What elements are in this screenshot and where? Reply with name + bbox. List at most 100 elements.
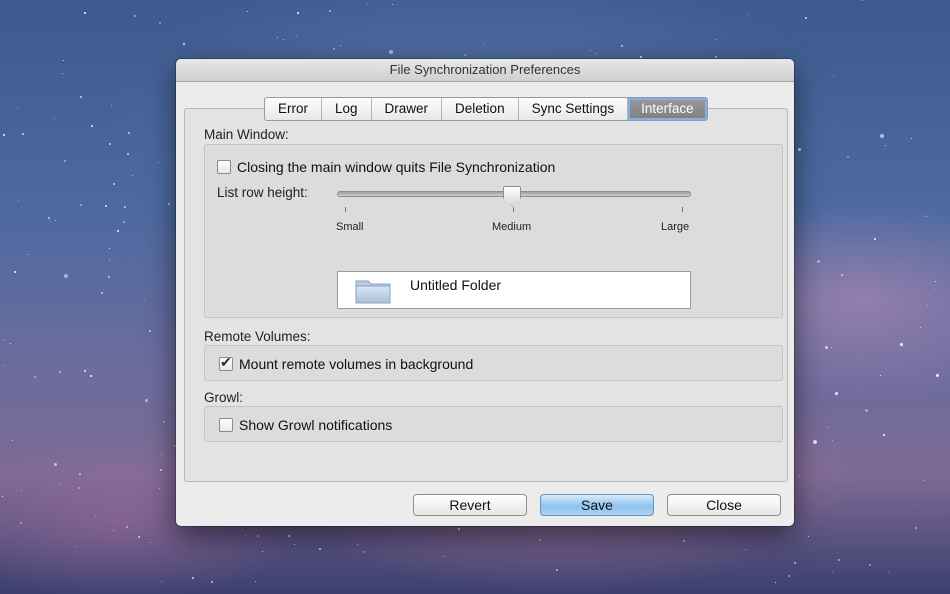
- star-dot: [109, 248, 110, 249]
- star-dot: [78, 487, 80, 489]
- star-dot: [84, 370, 86, 372]
- star-dot: [805, 17, 807, 19]
- tab-deletion[interactable]: Deletion: [442, 98, 519, 120]
- star-dot: [835, 392, 838, 395]
- star-dot: [17, 107, 18, 108]
- star-dot: [556, 569, 558, 571]
- star-dot: [799, 476, 800, 477]
- star-dot: [917, 504, 918, 505]
- row-height-slider-thumb[interactable]: [503, 186, 521, 206]
- star-dot: [915, 527, 917, 529]
- star-dot: [163, 421, 165, 423]
- star-dot: [484, 44, 485, 45]
- star-dot: [847, 156, 849, 158]
- star-dot: [126, 526, 128, 528]
- star-dot: [149, 330, 151, 332]
- star-dot: [109, 143, 111, 145]
- growl-notify-checkbox[interactable]: [219, 418, 233, 432]
- star-dot: [596, 53, 597, 54]
- star-dot: [192, 577, 194, 579]
- star-dot: [158, 162, 159, 163]
- star-dot: [296, 35, 297, 36]
- star-dot: [64, 274, 68, 278]
- tick-label-large: Large: [661, 221, 690, 233]
- star-dot: [880, 134, 884, 138]
- row-height-label: List row height:: [217, 185, 308, 200]
- star-dot: [277, 37, 278, 38]
- star-dot: [91, 125, 93, 127]
- tab-drawer[interactable]: Drawer: [372, 98, 443, 120]
- star-dot: [888, 572, 889, 573]
- star-dot: [825, 346, 828, 349]
- star-dot: [106, 193, 107, 194]
- mount-remote-label: Mount remote volumes in background: [239, 356, 474, 372]
- revert-button[interactable]: Revert: [413, 494, 527, 516]
- star-dot: [95, 515, 96, 516]
- star-dot: [20, 522, 22, 524]
- star-dot: [10, 343, 11, 344]
- star-dot: [392, 4, 393, 5]
- star-dot: [936, 374, 939, 377]
- growl-notify-label: Show Growl notifications: [239, 417, 393, 433]
- tab-error[interactable]: Error: [265, 98, 322, 120]
- tab-sync-settings[interactable]: Sync Settings: [519, 98, 629, 120]
- slider-tick: [345, 207, 346, 212]
- star-dot: [464, 54, 466, 56]
- preferences-window: File Synchronization Preferences Error L…: [176, 59, 794, 526]
- tick-label-small: Small: [336, 221, 364, 233]
- star-dot: [127, 153, 129, 155]
- star-dot: [911, 138, 912, 139]
- star-dot: [340, 45, 341, 46]
- tab-log[interactable]: Log: [322, 98, 372, 120]
- star-dot: [319, 548, 321, 550]
- star-dot: [62, 73, 63, 74]
- star-dot: [832, 440, 833, 441]
- closing-quits-row[interactable]: Closing the main window quits File Synch…: [217, 159, 555, 175]
- star-dot: [245, 535, 246, 536]
- star-dot: [145, 399, 148, 402]
- star-dot: [683, 540, 685, 542]
- star-dot: [14, 271, 16, 273]
- star-dot: [788, 575, 790, 577]
- window-title: File Synchronization Preferences: [176, 59, 794, 82]
- star-dot: [775, 582, 776, 583]
- star-dot: [247, 11, 248, 12]
- star-dot: [80, 96, 82, 98]
- tab-content-panel: Main Window: Closing the main window qui…: [184, 108, 788, 482]
- star-dot: [159, 488, 160, 489]
- star-dot: [817, 260, 820, 263]
- save-button[interactable]: Save: [540, 494, 654, 516]
- star-dot: [161, 460, 162, 461]
- closing-quits-checkbox[interactable]: [217, 160, 231, 174]
- star-dot: [108, 276, 110, 278]
- star-dot: [161, 581, 162, 582]
- star-dot: [3, 365, 4, 366]
- star-dot: [880, 375, 881, 376]
- star-dot: [211, 581, 213, 583]
- star-dot: [183, 43, 185, 45]
- star-dot: [18, 200, 19, 201]
- mount-remote-row[interactable]: Mount remote volumes in background: [219, 354, 474, 372]
- star-dot: [883, 434, 885, 436]
- star-dot: [54, 118, 55, 119]
- growl-notify-row[interactable]: Show Growl notifications: [219, 417, 392, 433]
- star-dot: [329, 10, 331, 12]
- tab-interface[interactable]: Interface: [628, 98, 707, 120]
- growl-label: Growl:: [204, 390, 244, 405]
- slider-tick: [513, 207, 514, 212]
- star-dot: [21, 490, 22, 491]
- star-dot: [124, 206, 126, 208]
- star-dot: [128, 132, 130, 134]
- star-dot: [117, 230, 119, 232]
- star-dot: [926, 216, 927, 217]
- star-dot: [138, 536, 140, 538]
- star-dot: [927, 305, 928, 306]
- close-button[interactable]: Close: [667, 494, 781, 516]
- star-dot: [832, 571, 833, 572]
- star-dot: [621, 45, 623, 47]
- star-dot: [63, 60, 64, 61]
- star-dot: [111, 105, 112, 106]
- star-dot: [48, 217, 50, 219]
- star-dot: [935, 281, 936, 282]
- mount-remote-checkbox[interactable]: [219, 354, 233, 371]
